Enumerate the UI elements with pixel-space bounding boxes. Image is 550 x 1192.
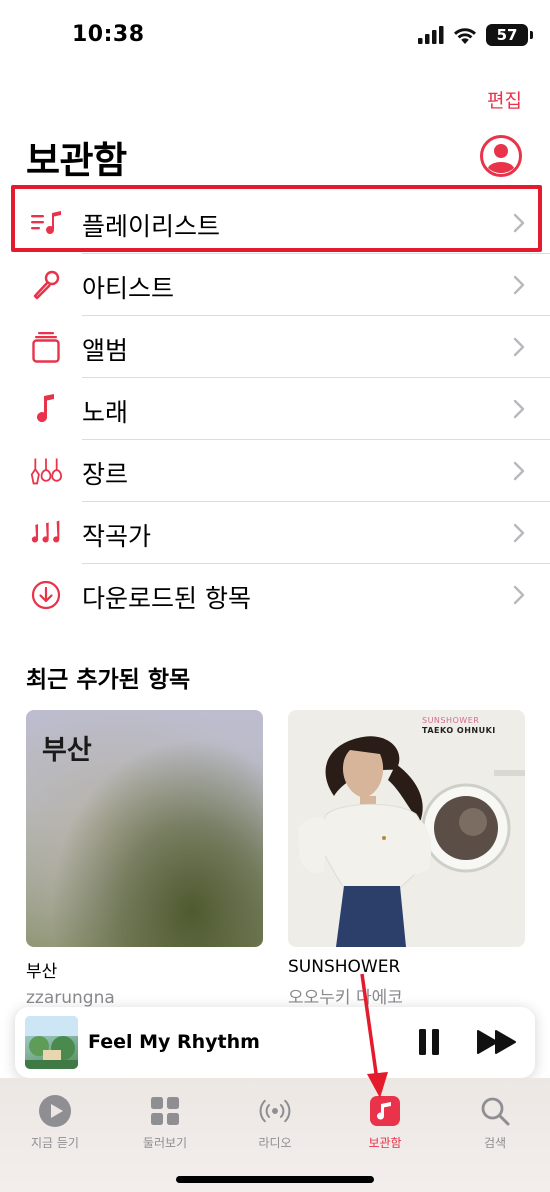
menu-item-albums[interactable]: 앨범 <box>0 316 550 378</box>
menu-item-downloaded[interactable]: 다운로드된 항목 <box>0 564 550 626</box>
download-circle-icon <box>30 579 62 611</box>
composer-notes-icon <box>30 517 62 549</box>
chevron-right-icon <box>513 275 525 295</box>
page-title: 보관함 <box>26 139 127 182</box>
chevron-right-icon <box>513 461 525 481</box>
fast-forward-icon[interactable] <box>477 1029 517 1055</box>
tab-label: 검색 <box>483 1136 507 1150</box>
cellular-signal-icon <box>418 26 444 44</box>
tab-label: 둘러보기 <box>142 1136 188 1150</box>
status-time: 10:38 <box>72 22 145 47</box>
menu-item-label: 앨범 <box>82 336 129 365</box>
album-card-sunshower[interactable]: SUNSHOWER TAEKO OHNUKI SUNSHOWER 오오누키 다에… <box>288 710 525 1008</box>
album-cover-illustration <box>298 736 525 947</box>
tab-label: 라디오 <box>258 1136 292 1150</box>
play-circle-icon <box>38 1094 72 1128</box>
album-stack-icon <box>30 331 62 363</box>
menu-item-genres[interactable]: 장르 <box>0 440 550 502</box>
chevron-right-icon <box>513 399 525 419</box>
album-subtitle: 오오누키 다에코 <box>288 988 403 1008</box>
chevron-right-icon <box>513 523 525 543</box>
now-playing-title: Feel My Rhythm <box>88 1031 260 1053</box>
tab-listen-now[interactable]: 지금 듣기 <box>0 1094 110 1151</box>
tab-bar: 지금 듣기 둘러보기 라디오 보관함 검색 <box>0 1078 550 1192</box>
menu-item-artists[interactable]: 아티스트 <box>0 254 550 316</box>
music-note-icon <box>30 393 62 425</box>
pause-icon[interactable] <box>417 1027 441 1057</box>
tab-label: 지금 듣기 <box>31 1136 79 1150</box>
microphone-icon <box>30 269 62 301</box>
album-art: 부산 <box>26 710 263 947</box>
mini-player[interactable]: Feel My Rhythm <box>15 1007 535 1078</box>
menu-item-label: 작곡가 <box>82 522 152 551</box>
battery-icon: 57 <box>486 24 533 46</box>
album-card-busan[interactable]: 부산 부산 zzarungna <box>26 710 263 1008</box>
album-title: SUNSHOWER <box>288 957 401 977</box>
menu-item-label: 다운로드된 항목 <box>82 584 251 613</box>
edit-button[interactable]: 편집 <box>487 86 522 113</box>
profile-icon[interactable] <box>479 134 523 178</box>
status-bar: 10:38 57 <box>0 0 550 70</box>
status-icons: 57 <box>418 24 533 46</box>
now-playing-artwork <box>25 1016 78 1069</box>
menu-item-label: 노래 <box>82 398 129 427</box>
tab-search[interactable]: 검색 <box>440 1094 550 1151</box>
library-menu: 플레이리스트 아티스트 앨범 노래 장르 작곡가 다운로드된 항목 <box>0 192 550 626</box>
chevron-right-icon <box>513 585 525 605</box>
annotation-highlight-box <box>11 185 542 252</box>
tab-label: 보관함 <box>368 1136 402 1150</box>
radio-waves-icon <box>258 1094 292 1128</box>
album-art: SUNSHOWER TAEKO OHNUKI <box>288 710 525 947</box>
wifi-icon <box>454 27 476 44</box>
chevron-right-icon <box>513 337 525 357</box>
search-icon <box>478 1094 512 1128</box>
home-indicator <box>176 1176 374 1183</box>
menu-item-composers[interactable]: 작곡가 <box>0 502 550 564</box>
album-title: 부산 <box>26 962 58 982</box>
menu-item-label: 아티스트 <box>82 274 175 303</box>
grid-icon <box>148 1094 182 1128</box>
tab-browse[interactable]: 둘러보기 <box>110 1094 220 1151</box>
album-art-title: 부산 <box>42 735 92 766</box>
album-subtitle: zzarungna <box>26 988 115 1008</box>
menu-item-songs[interactable]: 노래 <box>0 378 550 440</box>
guitars-icon <box>30 455 62 487</box>
tab-radio[interactable]: 라디오 <box>220 1094 330 1151</box>
recently-added-title: 최근 추가된 항목 <box>26 667 191 693</box>
library-icon <box>368 1094 402 1128</box>
menu-item-label: 장르 <box>82 460 129 489</box>
tab-library[interactable]: 보관함 <box>330 1094 440 1151</box>
